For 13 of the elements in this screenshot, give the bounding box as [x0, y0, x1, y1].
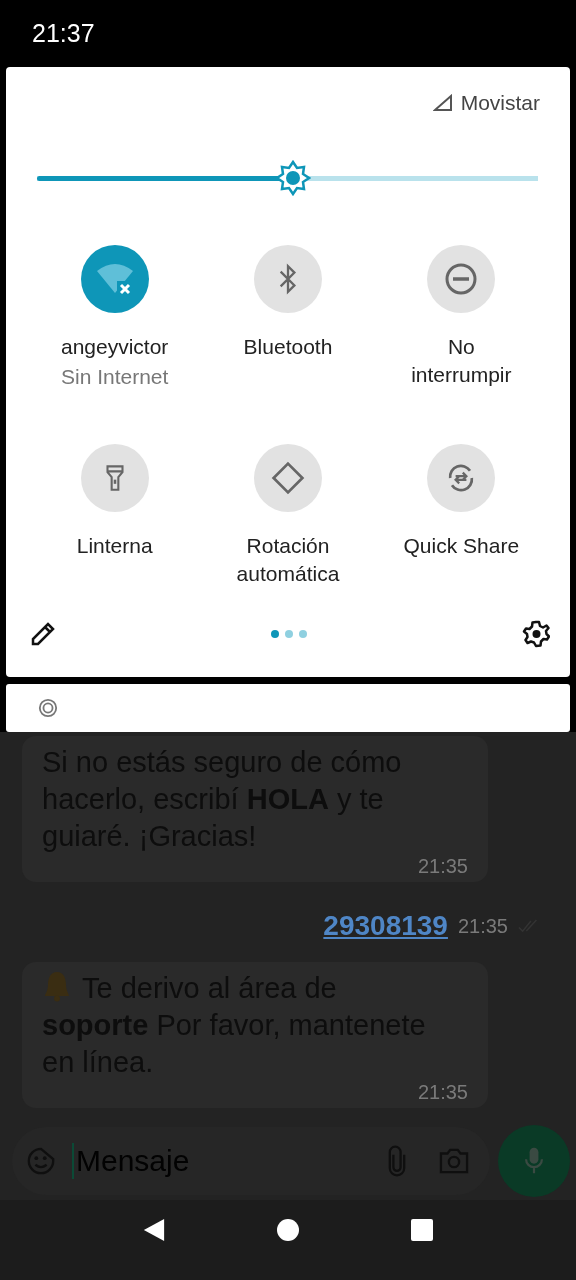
tile-label: Linterna: [75, 533, 154, 559]
tile-status: Sin Internet: [60, 364, 169, 390]
carrier-name: Movistar: [460, 91, 540, 115]
phone-link[interactable]: 29308139: [323, 910, 448, 942]
message-time: 21:35: [417, 855, 468, 878]
tile-label: Quick Share: [402, 533, 521, 559]
message-time: 21:35: [417, 1081, 468, 1104]
tile-label: Rotación automática: [235, 533, 341, 587]
tile-label: Bluetooth: [242, 334, 334, 360]
tile-label: No interrumpir: [410, 334, 513, 388]
clock: 21:37: [32, 19, 95, 48]
message-time: 21:35: [457, 914, 508, 938]
tile-label: angeyvictor: [59, 334, 170, 360]
